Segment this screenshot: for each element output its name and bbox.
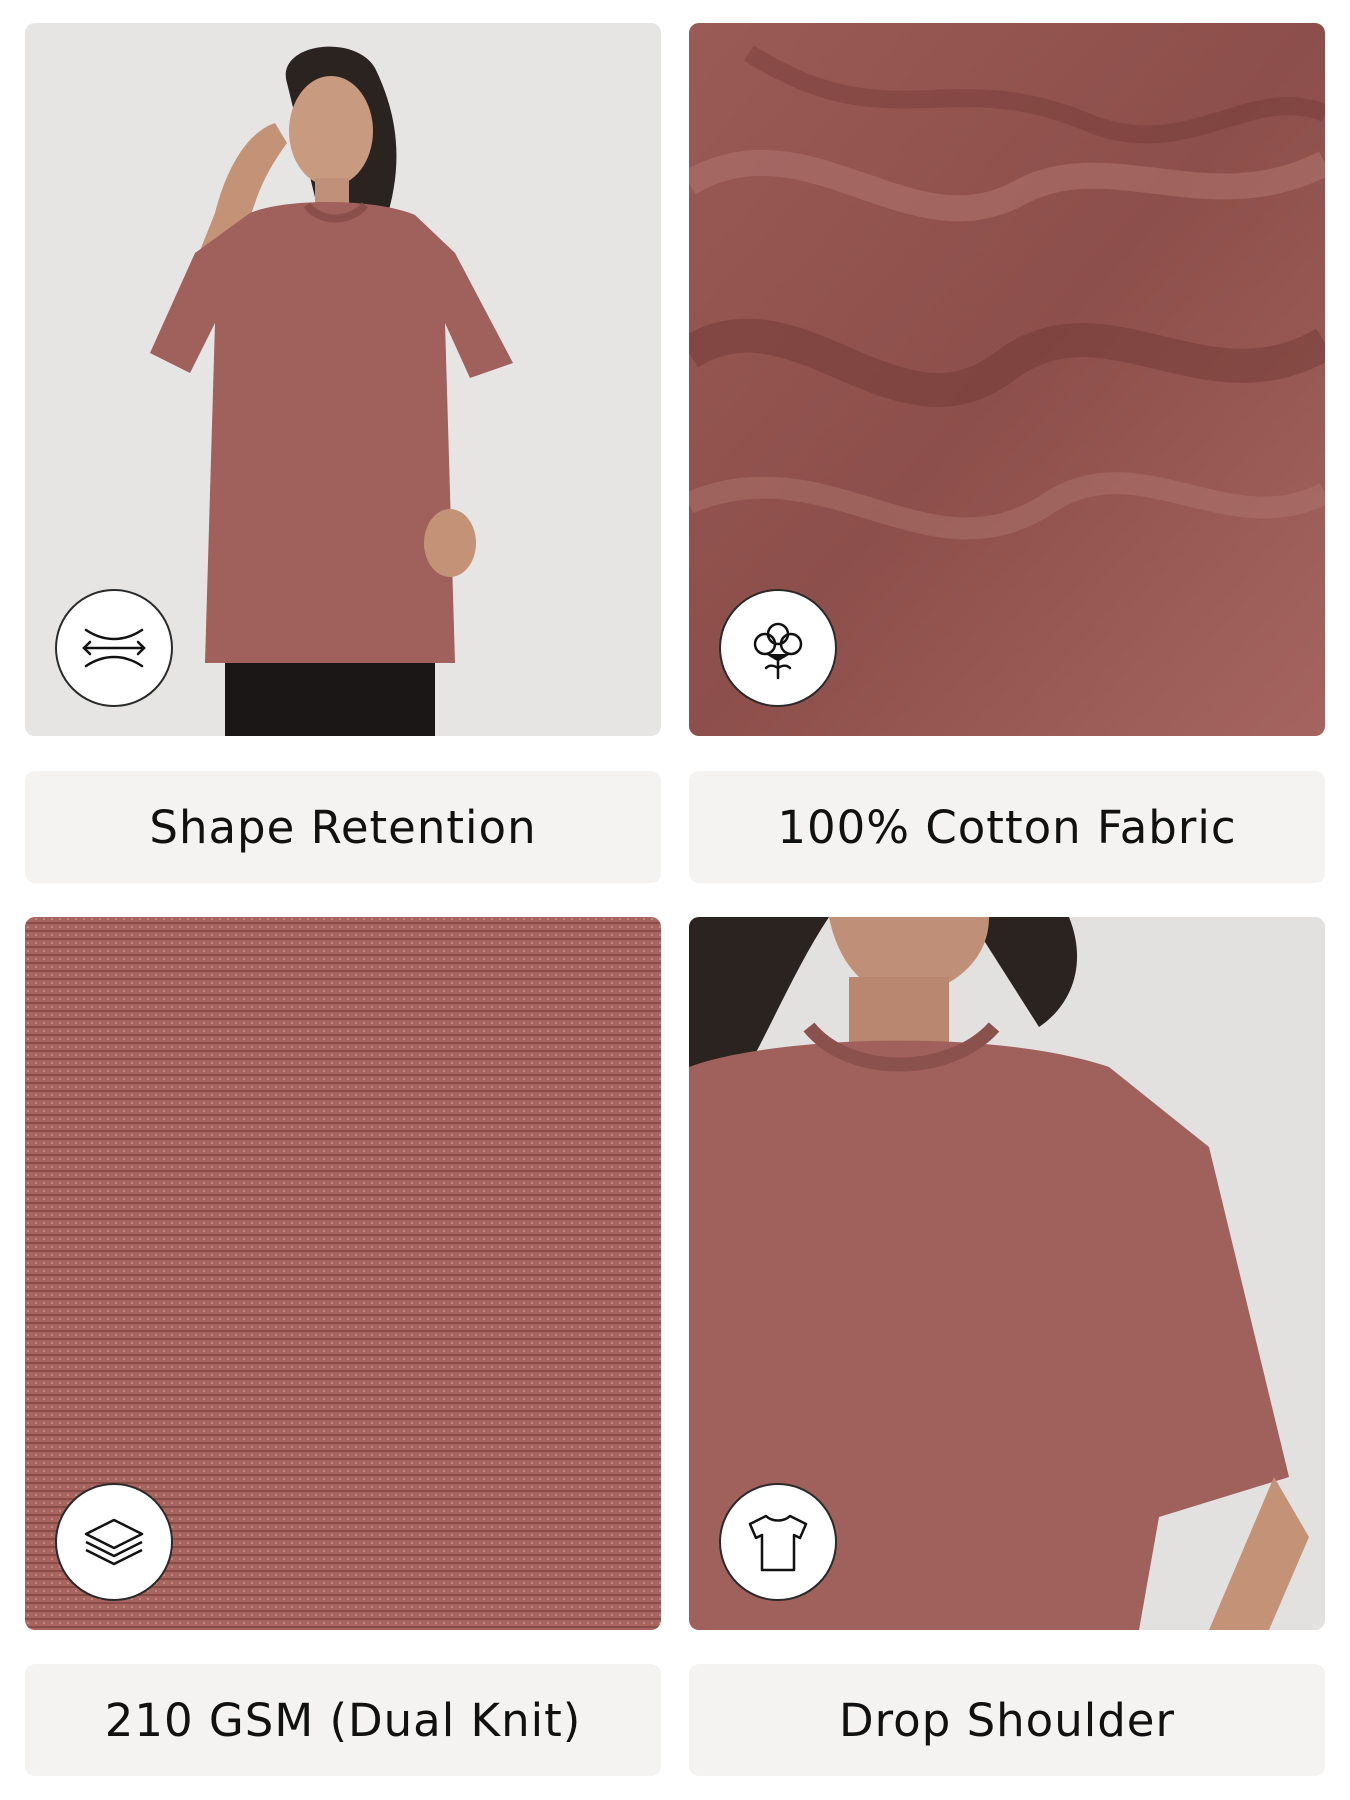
tshirt-icon <box>719 1483 837 1601</box>
fabric-drape-photo <box>689 23 1325 736</box>
knit-texture-photo <box>25 917 661 1630</box>
layers-icon <box>55 1483 173 1601</box>
caption-cotton-fabric: 100% Cotton Fabric <box>689 771 1325 883</box>
caption-gsm: 210 GSM (Dual Knit) <box>25 1664 661 1776</box>
model-photo <box>25 23 661 736</box>
caption-shape-retention: Shape Retention <box>25 771 661 883</box>
cotton-flower-icon <box>719 589 837 707</box>
drop-shoulder-photo <box>689 917 1325 1630</box>
caption-drop-shoulder: Drop Shoulder <box>689 1664 1325 1776</box>
stretch-arrows-icon <box>55 589 173 707</box>
